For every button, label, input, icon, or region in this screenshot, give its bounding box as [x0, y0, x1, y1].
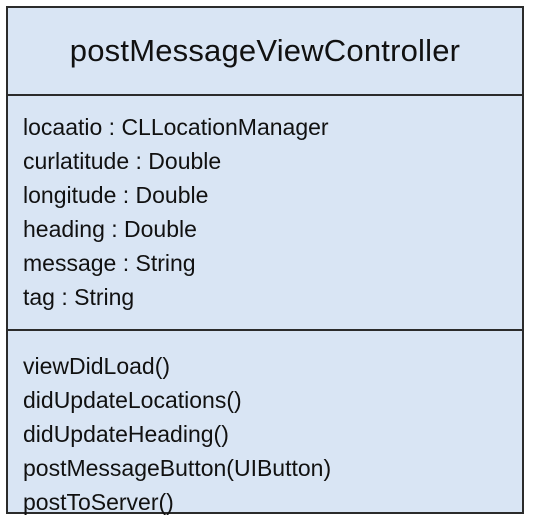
attribute-line: heading : Double — [23, 216, 197, 242]
methods-section: viewDidLoad() didUpdateLocations() didUp… — [8, 331, 522, 515]
class-name: postMessageViewController — [69, 33, 461, 68]
method-line: viewDidLoad() — [23, 353, 171, 379]
attribute-line: curlatitude : Double — [23, 148, 222, 174]
attribute-line: longitude : Double — [23, 182, 209, 208]
method-line: postMessageButton(UIButton) — [23, 455, 332, 481]
attribute-line: message : String — [23, 250, 196, 276]
uml-class-box: postMessageViewController locaatio : CLL… — [6, 6, 524, 515]
method-line: postToServer() — [23, 489, 174, 515]
attribute-line: locaatio : CLLocationManager — [23, 114, 329, 140]
method-line: didUpdateHeading() — [23, 421, 229, 447]
class-name-section: postMessageViewController — [8, 8, 522, 96]
method-line: didUpdateLocations() — [23, 387, 242, 413]
attributes-section: locaatio : CLLocationManager curlatitude… — [8, 96, 522, 331]
attribute-line: tag : String — [23, 284, 135, 310]
